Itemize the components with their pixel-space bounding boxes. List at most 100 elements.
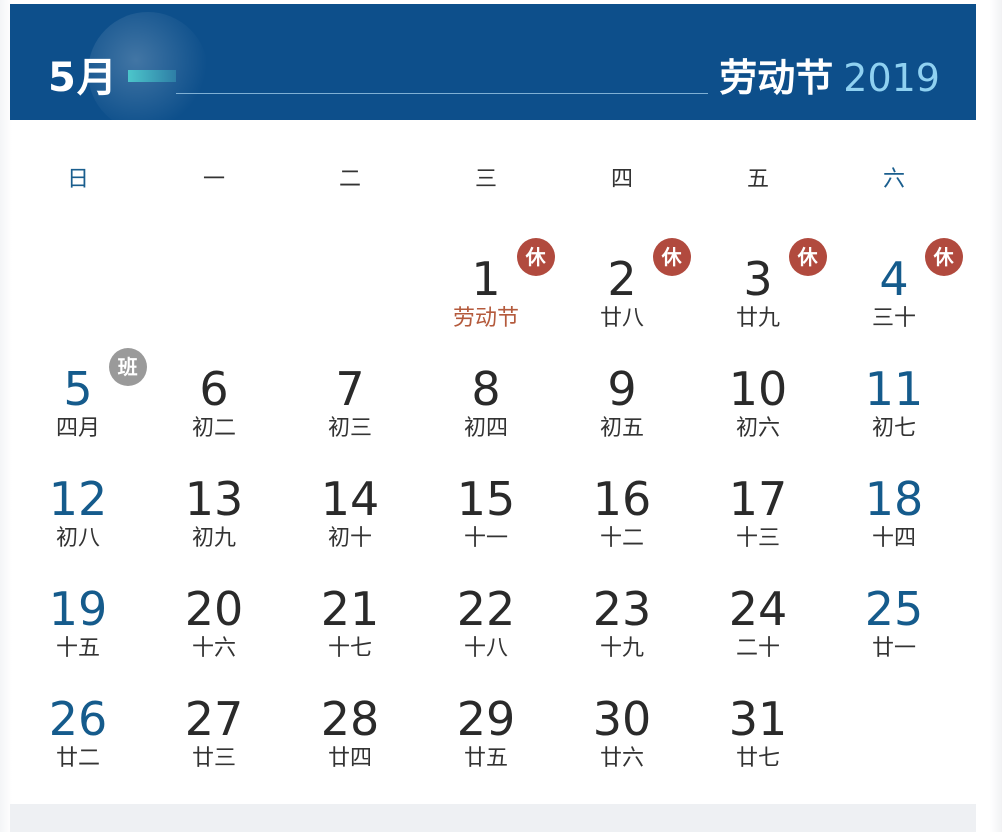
day-cell[interactable]: 27 廿三 xyxy=(146,692,282,802)
lunar-date: 初七 xyxy=(871,416,916,441)
day-number: 28 xyxy=(320,692,380,746)
day-number: 22 xyxy=(456,582,516,636)
day-cell[interactable]: 7 初三 xyxy=(282,362,418,472)
day-cell[interactable]: 10 初六 xyxy=(690,362,826,472)
day-number: 20 xyxy=(184,582,244,636)
holiday-badge: 休 xyxy=(516,238,555,276)
workday-badge: 班 xyxy=(108,348,147,386)
day-cell[interactable]: 26 廿二 xyxy=(10,692,146,802)
day-number: 31 xyxy=(728,692,788,746)
day-cell[interactable]: 16 十二 xyxy=(554,472,690,582)
day-cell[interactable]: 2 廿八休 xyxy=(554,238,691,362)
lunar-date: 初二 xyxy=(191,416,236,441)
holiday-badge: 休 xyxy=(652,238,691,276)
day-cell[interactable]: 23 十九 xyxy=(554,582,690,692)
day-cell[interactable]: 5 四月班 xyxy=(10,348,147,472)
lunar-date: 十六 xyxy=(191,636,236,661)
weekday-label: 三 xyxy=(474,167,497,192)
day-cell[interactable]: 18 十四 xyxy=(826,472,962,582)
lunar-date: 二十 xyxy=(735,636,780,661)
lunar-date: 初四 xyxy=(463,416,508,441)
day-number: 15 xyxy=(456,472,516,526)
day-cell[interactable]: 1 劳动节休 xyxy=(418,238,555,362)
lunar-date: 廿二 xyxy=(55,746,100,771)
day-number: 27 xyxy=(184,692,244,746)
month-accent-bar xyxy=(128,70,176,82)
day-number: 25 xyxy=(864,582,924,636)
header-rule xyxy=(176,93,708,94)
weekday-label: 四 xyxy=(610,167,633,192)
day-cell[interactable]: 6 初二 xyxy=(146,362,282,472)
lunar-date: 廿四 xyxy=(327,746,372,771)
day-number: 21 xyxy=(320,582,380,636)
lunar-date: 十四 xyxy=(871,526,916,551)
lunar-date: 十一 xyxy=(463,526,508,551)
day-number: 10 xyxy=(728,362,788,416)
day-number: 30 xyxy=(592,692,652,746)
year-label: 2019 xyxy=(843,56,940,100)
weekday-label: 五 xyxy=(746,167,769,192)
day-cell[interactable]: 30 廿六 xyxy=(554,692,690,802)
lunar-date: 廿七 xyxy=(735,746,780,771)
day-number: 23 xyxy=(592,582,652,636)
calendar-header: 5月 劳动节 2019 xyxy=(10,4,976,120)
day-cell[interactable]: 15 十一 xyxy=(418,472,554,582)
weekday-label: 六 xyxy=(882,167,905,192)
day-cell[interactable]: 11 初七 xyxy=(826,362,962,472)
weekday-header-row: 日一二三四五六 xyxy=(10,160,962,200)
day-number: 29 xyxy=(456,692,516,746)
day-number: 13 xyxy=(184,472,244,526)
day-cell[interactable]: 20 十六 xyxy=(146,582,282,692)
day-number: 11 xyxy=(864,362,924,416)
lunar-date: 初五 xyxy=(599,416,644,441)
lunar-date: 初三 xyxy=(327,416,372,441)
day-number: 8 xyxy=(471,362,501,416)
day-cell[interactable]: 17 十三 xyxy=(690,472,826,582)
day-cell[interactable]: 24 二十 xyxy=(690,582,826,692)
day-cell[interactable]: 21 十七 xyxy=(282,582,418,692)
lunar-date: 廿九 xyxy=(735,306,780,331)
day-cell[interactable]: 31 廿七 xyxy=(690,692,826,802)
lunar-date: 三十 xyxy=(871,306,916,331)
lunar-date: 十二 xyxy=(599,526,644,551)
footer-strip xyxy=(10,804,976,832)
day-number: 7 xyxy=(335,362,365,416)
lunar-date: 廿六 xyxy=(599,746,644,771)
lunar-date: 十五 xyxy=(55,636,100,661)
day-cell[interactable]: 19 十五 xyxy=(10,582,146,692)
weekday-label: 日 xyxy=(66,167,89,192)
weekday-label: 一 xyxy=(202,167,225,192)
day-cell[interactable]: 8 初四 xyxy=(418,362,554,472)
lunar-date: 十三 xyxy=(735,526,780,551)
day-cell[interactable]: 22 十八 xyxy=(418,582,554,692)
day-number: 17 xyxy=(728,472,788,526)
day-number: 19 xyxy=(48,582,108,636)
lunar-date: 廿三 xyxy=(191,746,236,771)
lunar-date: 廿一 xyxy=(871,636,916,661)
festival-name: 劳动节 xyxy=(719,56,834,100)
holiday-badge: 休 xyxy=(788,238,827,276)
day-cell[interactable]: 29 廿五 xyxy=(418,692,554,802)
day-number: 24 xyxy=(728,582,788,636)
lunar-date: 十九 xyxy=(599,636,644,661)
day-cell[interactable]: 12 初八 xyxy=(10,472,146,582)
day-cell[interactable]: 14 初十 xyxy=(282,472,418,582)
day-cell[interactable]: 3 廿九休 xyxy=(690,238,827,362)
weekday-label: 二 xyxy=(338,167,361,192)
day-cell[interactable]: 4 三十休 xyxy=(826,238,963,362)
lunar-date: 十八 xyxy=(463,636,508,661)
lunar-date: 十七 xyxy=(327,636,372,661)
lunar-date: 初六 xyxy=(735,416,780,441)
holiday-badge: 休 xyxy=(924,238,963,276)
day-number: 26 xyxy=(48,692,108,746)
lunar-date: 四月 xyxy=(55,416,100,441)
day-cell[interactable]: 25 廿一 xyxy=(826,582,962,692)
festival-title: 劳动节 2019 xyxy=(719,48,940,108)
month-title: 5月 xyxy=(48,55,118,101)
day-number: 12 xyxy=(48,472,108,526)
day-number: 16 xyxy=(592,472,652,526)
day-number: 14 xyxy=(320,472,380,526)
day-cell[interactable]: 9 初五 xyxy=(554,362,690,472)
day-cell[interactable]: 28 廿四 xyxy=(282,692,418,802)
day-cell[interactable]: 13 初九 xyxy=(146,472,282,582)
